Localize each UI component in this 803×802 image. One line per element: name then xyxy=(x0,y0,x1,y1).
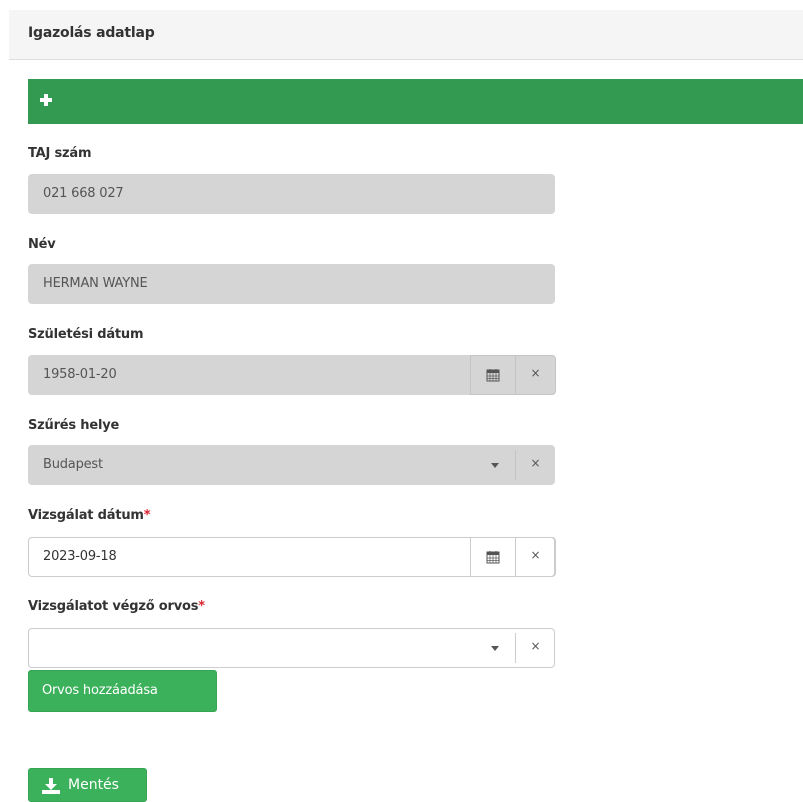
close-icon[interactable]: × xyxy=(515,639,556,653)
calendar-icon xyxy=(486,369,500,382)
plus-icon[interactable] xyxy=(39,93,53,107)
doctor-clear-button[interactable]: × xyxy=(515,629,556,667)
chevron-down-icon xyxy=(491,463,499,468)
birth-date-field: 1958-01-20 × xyxy=(28,355,556,395)
screening-place-value: Budapest xyxy=(43,457,103,472)
add-bar[interactable] xyxy=(28,79,803,124)
exam-date-field[interactable]: 2023-09-18 × xyxy=(28,537,556,577)
exam-date-clear-button[interactable]: × xyxy=(515,537,556,577)
name-field: HERMAN WAYNE xyxy=(28,264,555,304)
screening-place-select: Budapest × xyxy=(28,445,555,485)
birth-date-value: 1958-01-20 xyxy=(43,367,117,382)
taj-value: 021 668 027 xyxy=(43,186,124,201)
taj-label: TAJ szám xyxy=(28,146,92,161)
birth-date-label: Születési dátum xyxy=(28,327,144,342)
required-mark: * xyxy=(143,508,151,523)
name-label: Név xyxy=(28,237,56,252)
close-icon: × xyxy=(530,366,541,380)
add-doctor-label: Orvos hozzáadása xyxy=(42,683,158,698)
screening-place-label: Szűrés helye xyxy=(28,418,120,433)
close-icon[interactable]: × xyxy=(516,548,555,562)
save-label: Mentés xyxy=(68,777,119,793)
exam-date-label: Vizsgálat dátum* xyxy=(28,508,151,523)
page-title: Igazolás adatlap xyxy=(28,25,155,41)
name-value: HERMAN WAYNE xyxy=(43,276,148,291)
exam-date-value[interactable]: 2023-09-18 xyxy=(43,549,117,564)
doctor-label: Vizsgálatot végző orvos* xyxy=(28,599,205,614)
screening-place-clear-button: × xyxy=(515,446,556,484)
birth-date-clear-button: × xyxy=(515,355,556,395)
calendar-icon[interactable] xyxy=(486,550,500,564)
page-header: Igazolás adatlap xyxy=(9,10,803,60)
required-mark: * xyxy=(198,599,205,614)
save-button[interactable]: Mentés xyxy=(28,768,147,802)
exam-date-calendar-button[interactable] xyxy=(470,537,516,577)
close-icon: × xyxy=(530,456,541,470)
taj-field: 021 668 027 xyxy=(28,174,555,214)
birth-date-calendar-button xyxy=(470,355,516,395)
add-doctor-button[interactable]: Orvos hozzáadása xyxy=(28,670,217,712)
download-icon xyxy=(42,778,60,794)
doctor-select[interactable]: × xyxy=(28,628,555,668)
chevron-down-icon[interactable] xyxy=(491,646,499,651)
